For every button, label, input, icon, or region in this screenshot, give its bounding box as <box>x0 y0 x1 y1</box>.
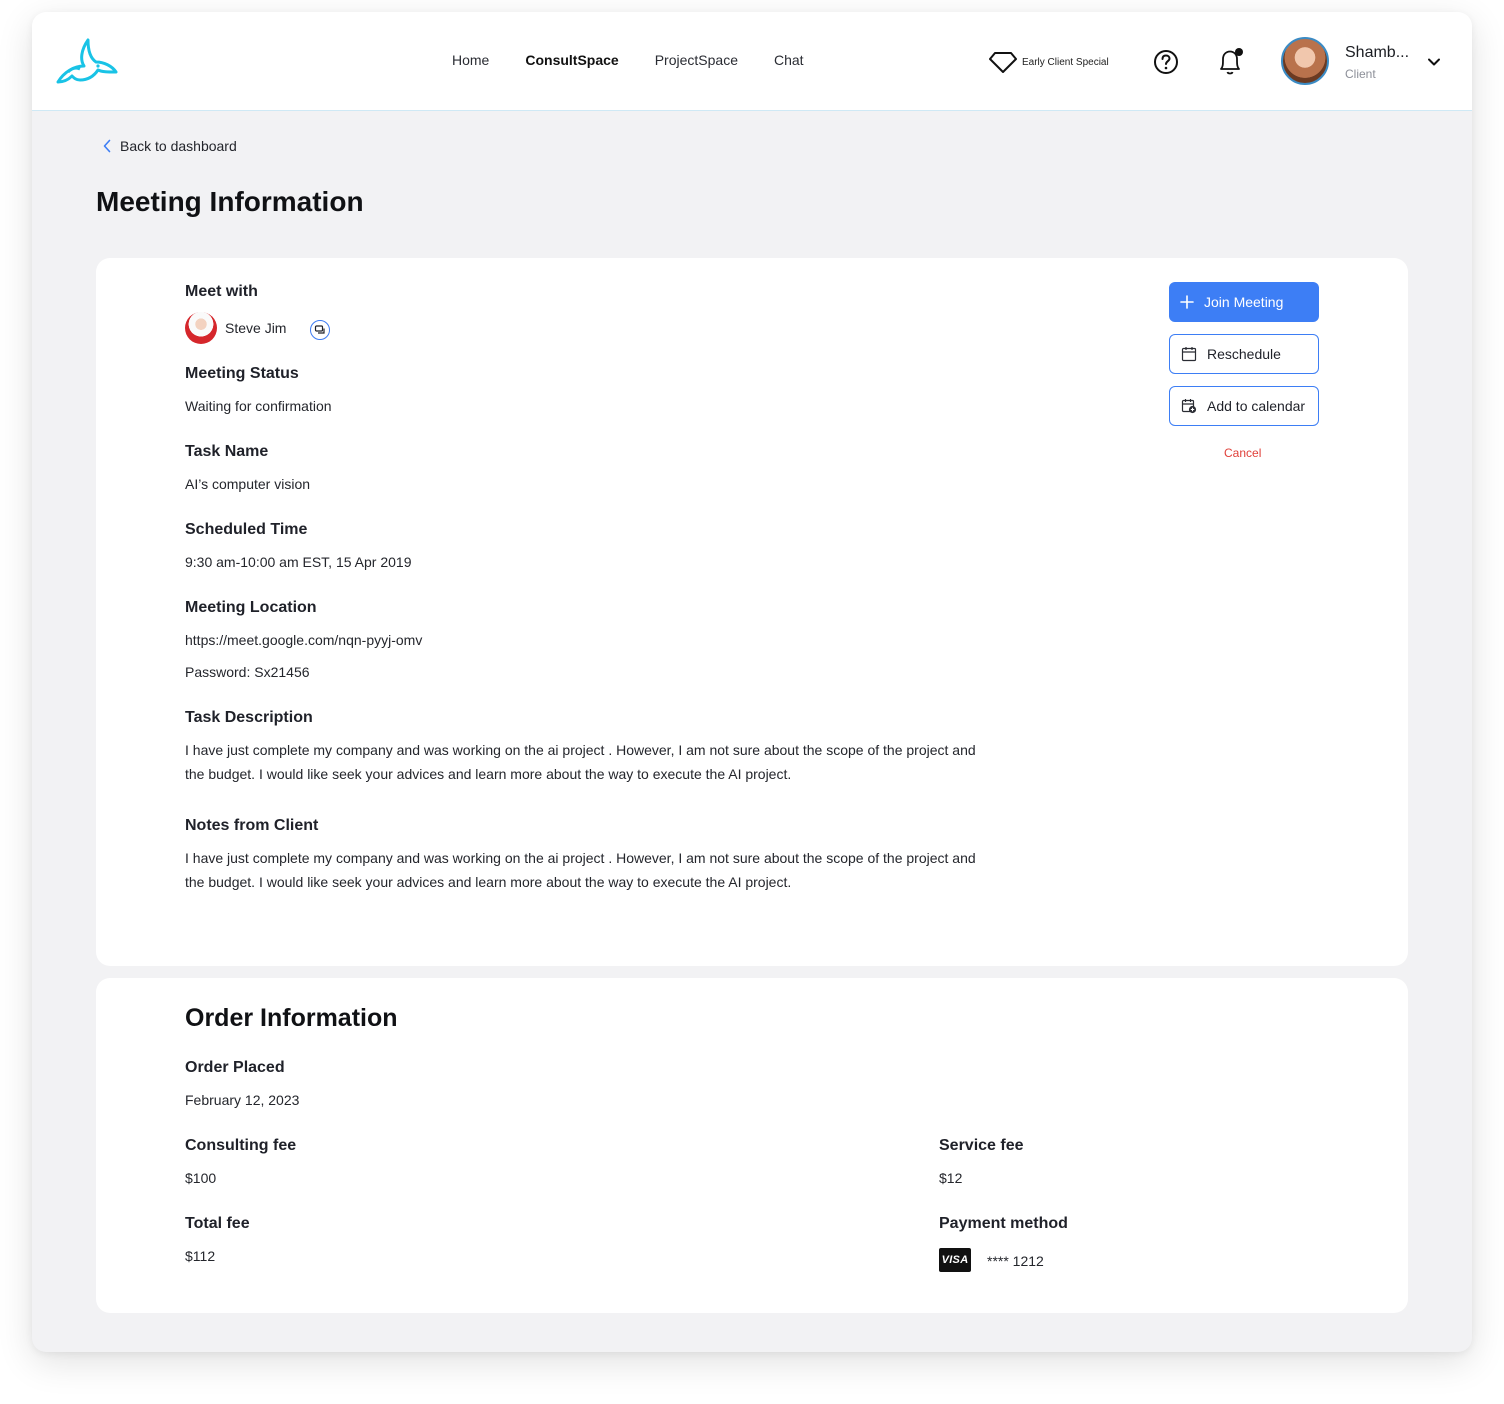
order-card: Order Information Order Placed February … <box>96 978 1408 1313</box>
back-label: Back to dashboard <box>120 138 237 154</box>
add-to-calendar-label: Add to calendar <box>1207 398 1306 414</box>
visa-card-icon: VISA <box>939 1248 971 1272</box>
scheduled-time-value: 9:30 am-10:00 am EST, 15 Apr 2019 <box>185 554 412 570</box>
user-role: Client <box>1345 67 1376 81</box>
message-icon <box>314 325 325 334</box>
consultant-name[interactable]: Steve Jim <box>225 316 286 340</box>
chat-icon[interactable] <box>310 320 330 340</box>
notes-line-2: the budget. I would like seek your advic… <box>185 874 792 890</box>
meeting-status-label: Meeting Status <box>185 365 299 382</box>
order-placed-value: February 12, 2023 <box>185 1092 300 1108</box>
task-name-label: Task Name <box>185 443 269 460</box>
task-description-line-2: the budget. I would like seek your advic… <box>185 766 792 782</box>
notes-from-client-label: Notes from Client <box>185 817 319 834</box>
task-description-label: Task Description <box>185 709 313 726</box>
meeting-location-label: Meeting Location <box>185 599 317 616</box>
calendar-icon <box>1181 347 1197 362</box>
scheduled-time-label: Scheduled Time <box>185 521 308 538</box>
payment-method-label: Payment method <box>939 1215 1068 1232</box>
total-fee-value: $112 <box>185 1248 216 1264</box>
consulting-fee-label: Consulting fee <box>185 1137 297 1154</box>
nav-projectspace[interactable]: ProjectSpace <box>655 52 738 68</box>
join-meeting-button[interactable]: Join Meeting <box>1169 282 1319 322</box>
nav-home[interactable]: Home <box>452 52 489 68</box>
user-name[interactable]: Shamb... <box>1345 44 1409 62</box>
plus-icon <box>1180 295 1194 309</box>
reschedule-button[interactable]: Reschedule <box>1169 334 1319 374</box>
calendar-add-icon <box>1181 399 1197 414</box>
reschedule-label: Reschedule <box>1207 346 1281 362</box>
cancel-meeting-link[interactable]: Cancel <box>1224 446 1261 460</box>
page-title: Meeting Information <box>96 186 364 217</box>
service-fee-value: $12 <box>939 1170 963 1186</box>
task-description-line-1: I have just complete my company and was … <box>185 742 976 758</box>
hummingbird-logo-icon[interactable] <box>54 36 118 86</box>
card-number: **** 1212 <box>987 1253 1044 1269</box>
main-nav: Home ConsultSpace ProjectSpace Chat <box>452 52 804 68</box>
order-placed-label: Order Placed <box>185 1059 285 1076</box>
early-client-special-link[interactable]: Early Client Special <box>988 50 1109 74</box>
chevron-left-icon <box>103 139 111 153</box>
service-fee-label: Service fee <box>939 1137 1024 1154</box>
task-name-value: AI’s computer vision <box>185 476 311 492</box>
nav-consultspace[interactable]: ConsultSpace <box>525 52 618 68</box>
meeting-password: Password: Sx21456 <box>185 664 310 680</box>
total-fee-label: Total fee <box>185 1215 250 1232</box>
notes-line-1: I have just complete my company and was … <box>185 850 976 866</box>
nav-chat[interactable]: Chat <box>774 52 804 68</box>
meeting-status-value: Waiting for confirmation <box>185 398 332 414</box>
meet-with-label: Meet with <box>185 283 258 300</box>
diamond-icon <box>989 52 1017 73</box>
help-icon[interactable] <box>1153 49 1179 75</box>
notification-bell-icon[interactable] <box>1217 47 1245 77</box>
chevron-down-icon[interactable] <box>1426 54 1442 70</box>
app-window: Home ConsultSpace ProjectSpace Chat Earl… <box>32 12 1472 1352</box>
back-to-dashboard-link[interactable]: Back to dashboard <box>102 138 237 154</box>
order-title: Order Information <box>185 1004 398 1032</box>
consulting-fee-value: $100 <box>185 1170 217 1186</box>
meeting-location-url[interactable]: https://meet.google.com/nqn-pyyj-omv <box>185 628 422 652</box>
special-label: Early Client Special <box>1022 56 1109 68</box>
user-avatar[interactable] <box>1281 37 1329 85</box>
join-meeting-label: Join Meeting <box>1204 294 1284 310</box>
top-header: Home ConsultSpace ProjectSpace Chat Earl… <box>32 12 1472 111</box>
add-to-calendar-button[interactable]: Add to calendar <box>1169 386 1319 426</box>
consultant-avatar[interactable] <box>185 312 217 344</box>
meeting-card: Meet with Steve Jim Meeting Status Waiti… <box>96 258 1408 966</box>
